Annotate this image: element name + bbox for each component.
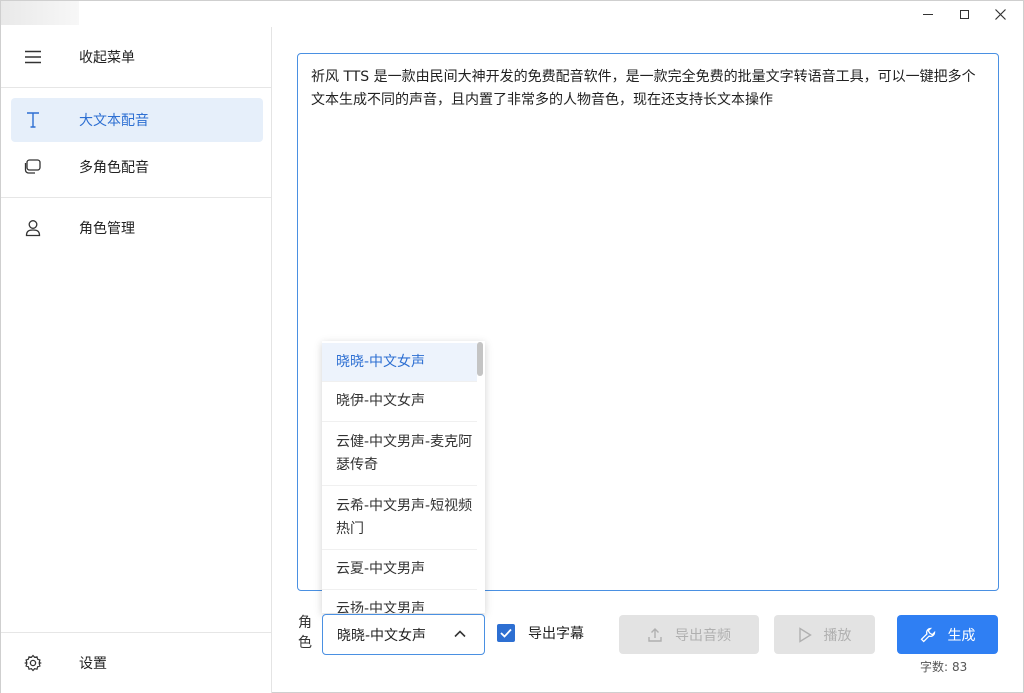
export-audio-button[interactable]: 导出音频	[619, 615, 759, 654]
upload-icon	[647, 627, 663, 643]
export-audio-label: 导出音频	[675, 627, 731, 644]
sidebar-item-settings[interactable]: 设置	[11, 641, 263, 685]
export-subtitle-checkbox[interactable]: 导出字幕	[497, 623, 584, 643]
chevron-up-icon	[453, 627, 467, 645]
dropdown-scrollbar[interactable]	[477, 342, 483, 376]
sidebar-divider	[1, 87, 271, 88]
chat-icon	[11, 158, 55, 176]
character-count-value: 83	[952, 660, 968, 674]
dropdown-option[interactable]: 云希-中文男声-短视频热门	[322, 486, 477, 550]
sidebar-item-role-manage[interactable]: 角色管理	[11, 206, 263, 250]
app-logo	[1, 1, 79, 25]
sidebar-item-multi-role[interactable]: 多角色配音	[11, 145, 263, 189]
user-icon	[11, 219, 55, 237]
sidebar-item-label: 角色管理	[79, 221, 135, 237]
maximize-icon	[959, 9, 969, 19]
settings-label: 设置	[79, 656, 107, 672]
character-count: 字数: 83	[920, 658, 967, 675]
collapse-menu-label: 收起菜单	[79, 50, 135, 66]
dropdown-option[interactable]: 云扬-中文男声	[322, 590, 477, 613]
character-count-label: 字数:	[920, 660, 949, 674]
sidebar: 收起菜单 大文本配音 多角色配音 角色管理 设置	[1, 27, 272, 693]
sidebar-item-label: 多角色配音	[79, 160, 149, 176]
dropdown-option[interactable]: 晓伊-中文女声	[322, 382, 477, 422]
role-select[interactable]: 晓晓-中文女声	[322, 614, 485, 655]
role-label: 角色	[298, 615, 312, 651]
app-window: 收起菜单 大文本配音 多角色配音 角色管理 设置 祈风 TTS 是一款由民间大神…	[0, 0, 1024, 693]
dropdown-option[interactable]: 云健-中文男声-麦克阿瑟传奇	[322, 422, 477, 486]
generate-label: 生成	[947, 627, 976, 644]
sidebar-item-long-text[interactable]: 大文本配音	[11, 98, 263, 142]
close-button[interactable]	[985, 3, 1015, 25]
generate-button[interactable]: 生成	[897, 615, 998, 654]
checkbox-checked-icon[interactable]	[497, 624, 515, 642]
title-bar	[1, 1, 1023, 27]
sidebar-item-label: 大文本配音	[79, 113, 149, 129]
play-button[interactable]: 播放	[774, 615, 875, 654]
menu-icon	[11, 50, 55, 64]
wrench-icon	[920, 627, 936, 643]
play-icon	[798, 626, 812, 643]
role-dropdown-menu: 晓晓-中文女声 晓伊-中文女声 云健-中文男声-麦克阿瑟传奇 云希-中文男声-短…	[322, 341, 485, 613]
export-subtitle-label: 导出字幕	[528, 626, 584, 642]
sidebar-divider	[1, 197, 271, 198]
editor-text[interactable]: 祈风 TTS 是一款由民间大神开发的免费配音软件，是一款完全免费的批量文字转语音…	[311, 66, 987, 112]
minimize-icon	[923, 13, 933, 15]
gear-icon	[11, 654, 55, 672]
sidebar-divider	[1, 632, 271, 633]
role-selected-value: 晓晓-中文女声	[337, 627, 427, 644]
dropdown-option[interactable]: 晓晓-中文女声	[322, 343, 477, 382]
close-icon	[994, 8, 1006, 20]
dropdown-option[interactable]: 云夏-中文男声	[322, 550, 477, 590]
play-label: 播放	[823, 627, 852, 644]
text-icon	[11, 111, 55, 129]
collapse-menu-button[interactable]: 收起菜单	[11, 35, 263, 79]
maximize-button[interactable]	[949, 3, 979, 25]
minimize-button[interactable]	[913, 3, 943, 25]
